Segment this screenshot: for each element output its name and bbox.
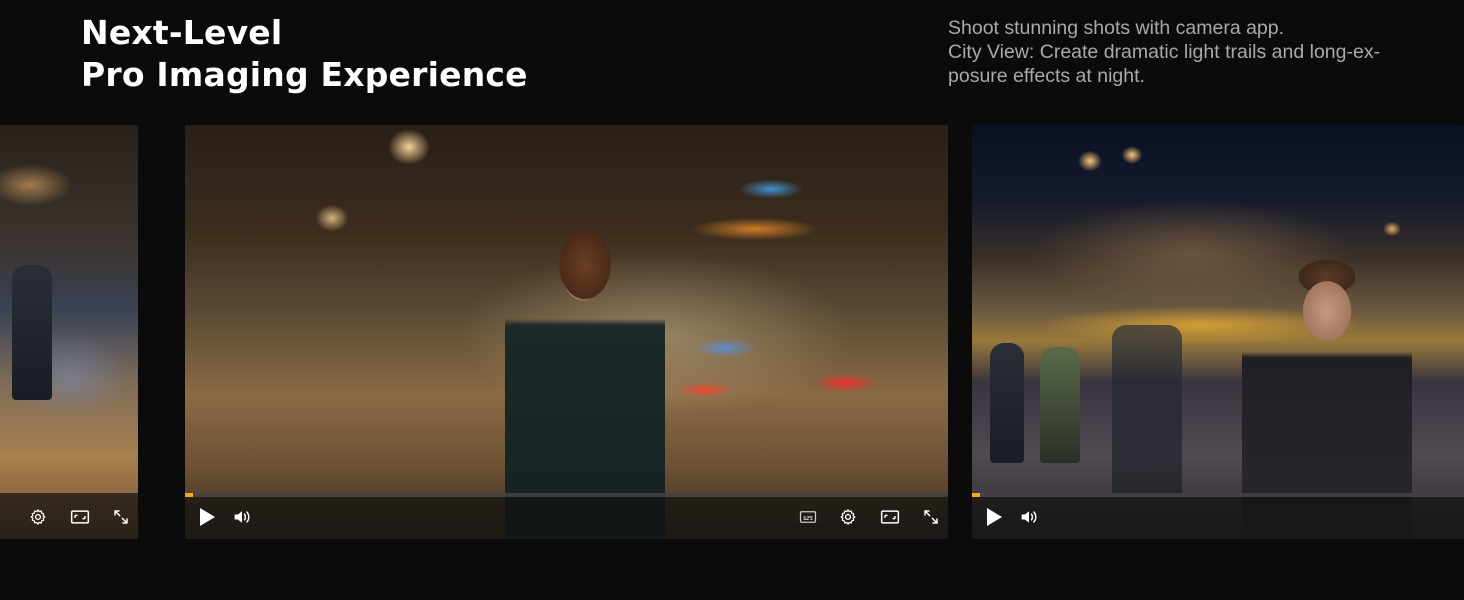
page-title-line-1: Next-Level (81, 13, 283, 52)
video-frame-right (972, 125, 1464, 539)
play-icon[interactable] (196, 506, 218, 528)
pedestrian-figure (1040, 347, 1080, 463)
page-description: Shoot stunning shots with camera app. Ci… (948, 16, 1448, 88)
page: Next-Level Pro Imaging Experience Shoot … (0, 0, 1464, 600)
control-bar-left (0, 493, 138, 539)
woman-figure (505, 203, 665, 539)
settings-icon[interactable] (837, 506, 859, 528)
description-line-2: City View: Create dramatic light trails … (948, 41, 1381, 63)
page-title-line-2: Pro Imaging Experience (81, 55, 528, 94)
video-frame-center (185, 125, 948, 539)
control-bar-center (185, 493, 948, 539)
play-icon[interactable] (983, 506, 1005, 528)
fullscreen-icon[interactable] (920, 506, 942, 528)
progress-track[interactable] (185, 493, 948, 497)
description-line-3: posure effects at night. (948, 65, 1145, 87)
pedestrian-figure (1112, 325, 1182, 495)
description-line-1: Shoot stunning shots with camera app. (948, 17, 1285, 39)
progress-fill (972, 493, 980, 497)
aspect-ratio-icon[interactable] (69, 506, 91, 528)
settings-icon[interactable] (27, 506, 49, 528)
video-player-center[interactable] (185, 125, 948, 539)
control-bar-right (972, 493, 1464, 539)
volume-icon[interactable] (231, 506, 253, 528)
video-player-right[interactable] (972, 125, 1464, 539)
video-player-left[interactable] (0, 125, 138, 539)
pedestrian-figure (990, 343, 1024, 463)
volume-icon[interactable] (1018, 506, 1040, 528)
fullscreen-icon[interactable] (110, 506, 132, 528)
video-frame-left (0, 125, 138, 539)
progress-fill (185, 493, 193, 497)
progress-track[interactable] (972, 493, 1464, 497)
page-title: Next-Level Pro Imaging Experience (81, 12, 528, 96)
aspect-ratio-icon[interactable] (879, 506, 901, 528)
subtitles-icon[interactable] (797, 506, 819, 528)
pedestrian-figure (12, 265, 52, 400)
